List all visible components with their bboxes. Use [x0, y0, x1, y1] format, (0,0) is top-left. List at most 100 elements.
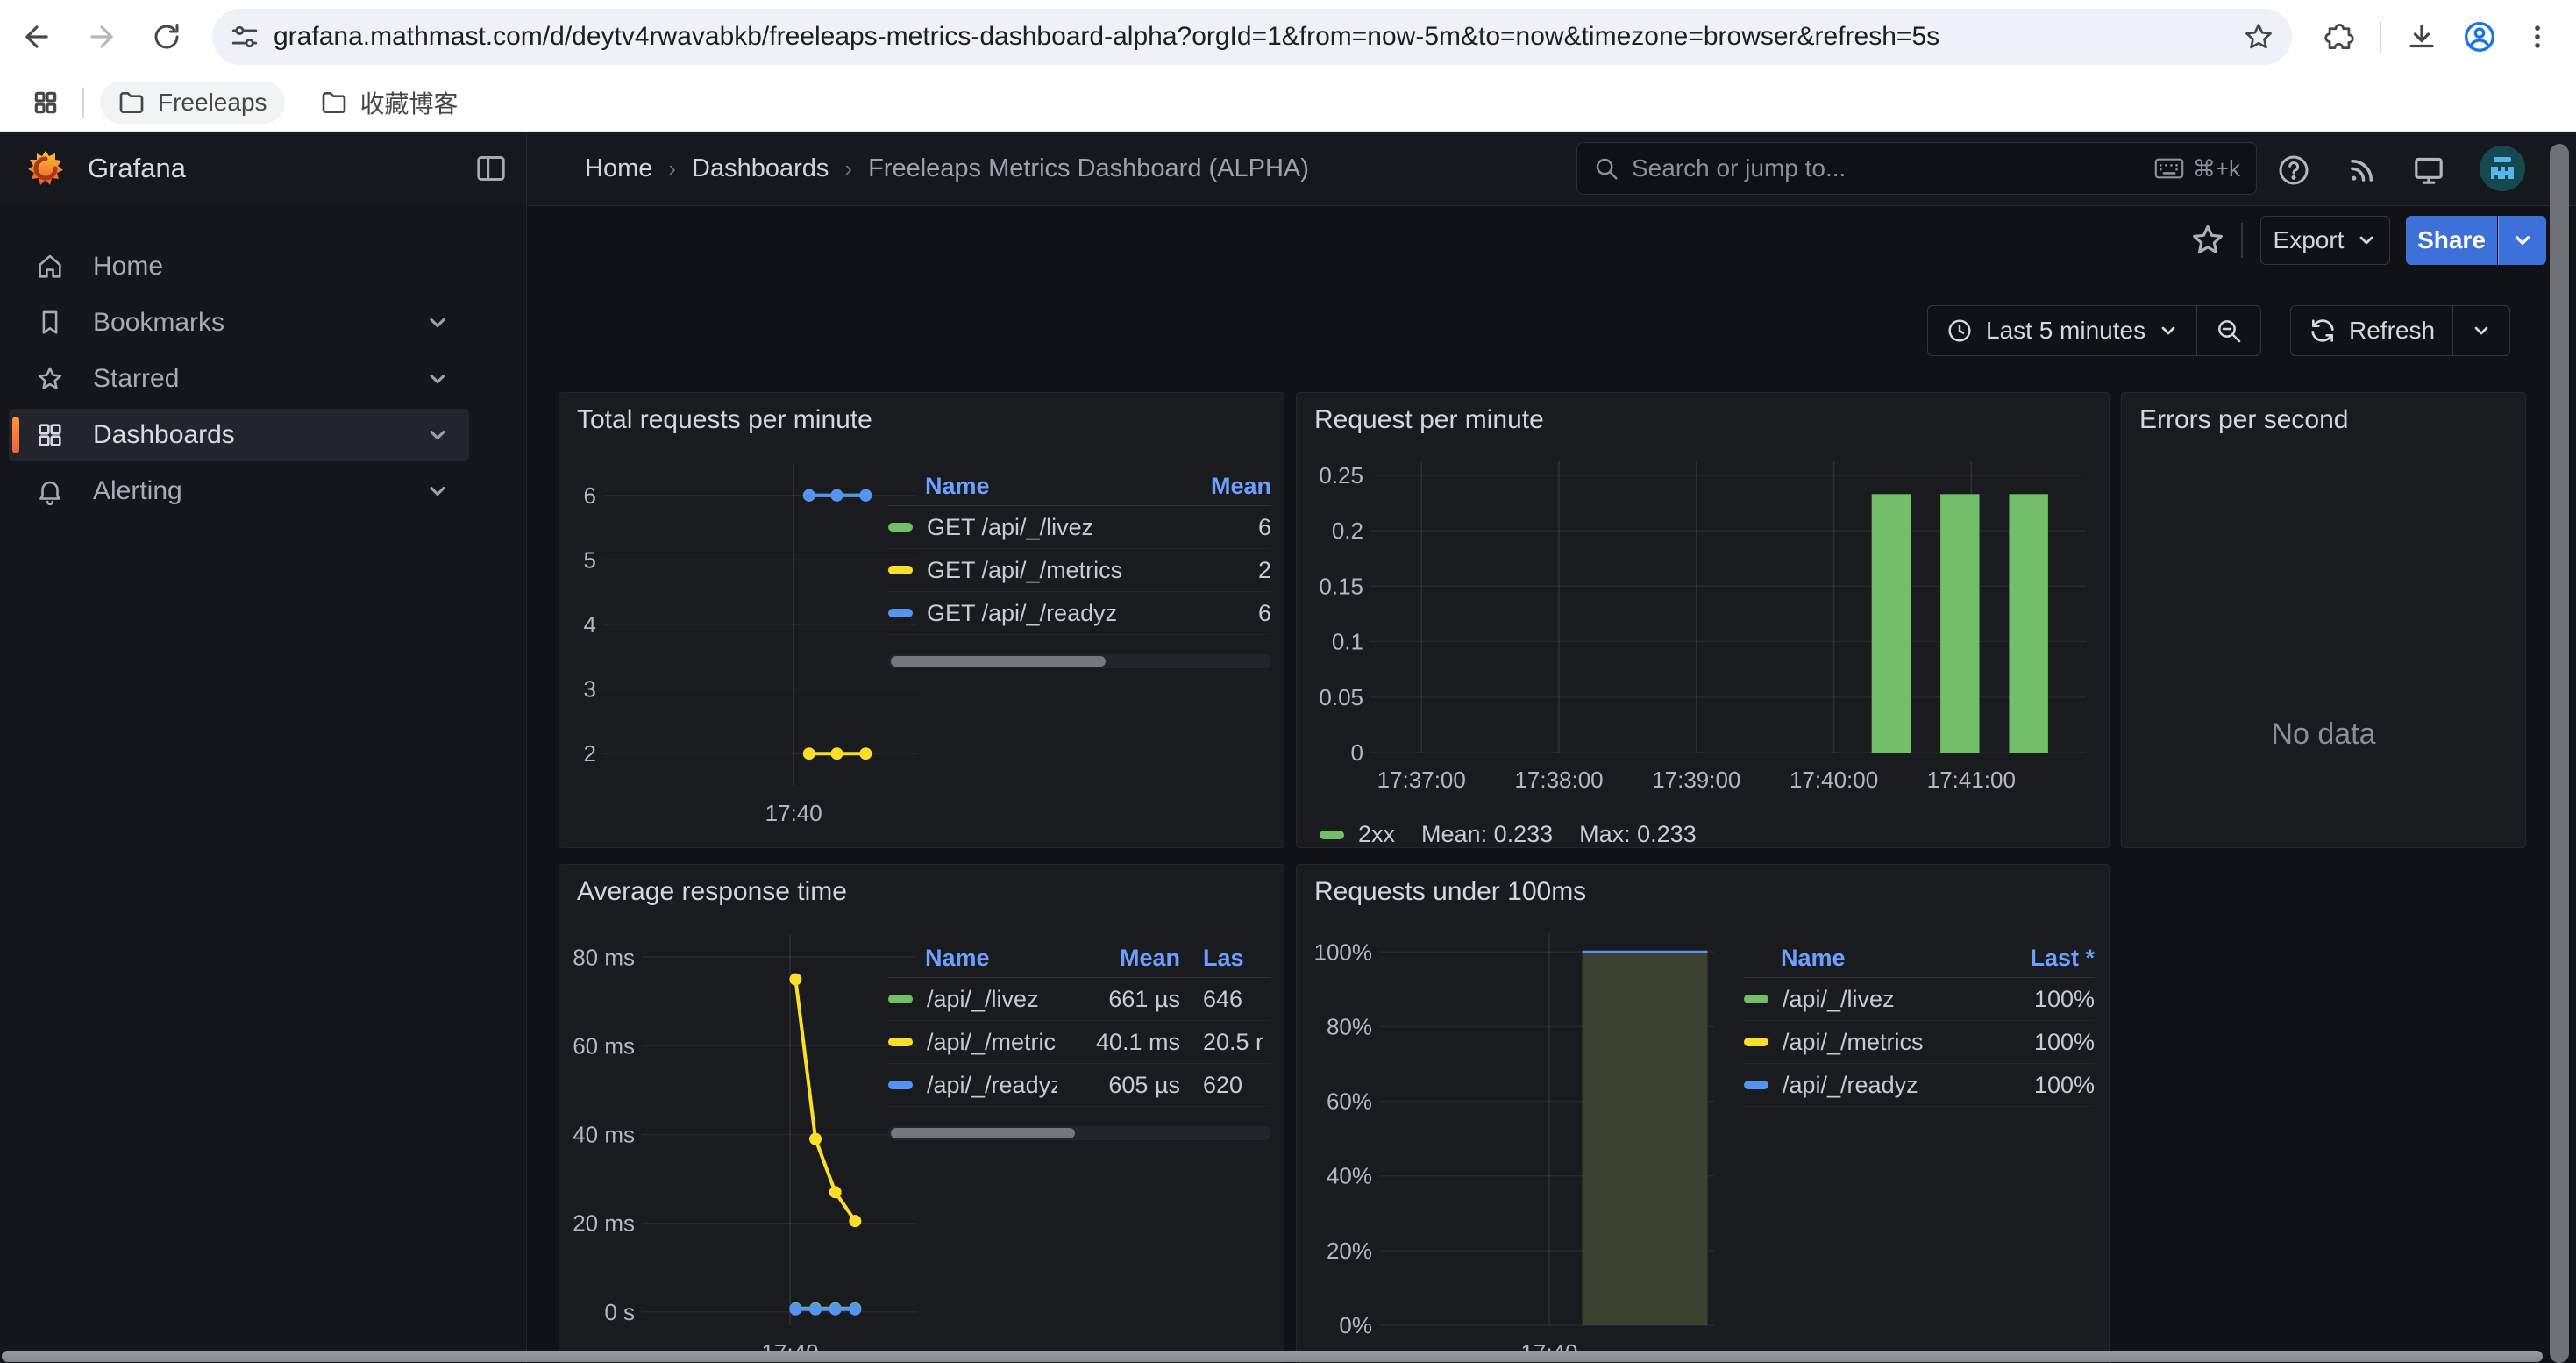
series-color-swatch: [1320, 831, 1344, 839]
legend-scrollbar[interactable]: [888, 1126, 1271, 1140]
extensions-icon[interactable]: [2315, 12, 2364, 61]
chevron-down-icon[interactable]: [425, 479, 450, 503]
sidebar-item-bookmarks[interactable]: Bookmarks: [9, 296, 469, 349]
breadcrumb-home[interactable]: Home: [585, 154, 652, 183]
panel-title[interactable]: Request per minute: [1314, 405, 1544, 435]
svg-text:100%: 100%: [1314, 938, 1373, 965]
folder-icon: [117, 89, 146, 117]
svg-text:0.15: 0.15: [1319, 573, 1363, 599]
request-per-minute-chart[interactable]: 0.250.20.150.10.05017:37:0017:38:0017:39…: [1311, 447, 2096, 802]
legend-column-header[interactable]: Mean: [1057, 945, 1180, 972]
chevron-down-icon[interactable]: [425, 423, 450, 447]
panel-total-requests: Total requests per minute 6543217:40 Nam…: [559, 392, 1284, 848]
legend-table: NameMeanGET /api/_/livez6GET /api/_/metr…: [888, 467, 1271, 635]
series-name: /api/_/readyz: [1783, 1072, 1918, 1099]
sidebar-item-dashboards[interactable]: Dashboards: [9, 409, 469, 461]
time-range-picker[interactable]: Last 5 minutes: [1928, 306, 2196, 355]
profile-icon[interactable]: [2455, 12, 2504, 61]
toolbar-divider: [2380, 21, 2381, 53]
svg-text:17:41:00: 17:41:00: [1927, 767, 2016, 793]
url-text[interactable]: grafana.mathmast.com/d/deytv4rwavabkb/fr…: [274, 22, 2243, 52]
kiosk-monitor-icon[interactable]: [2409, 151, 2448, 189]
chevron-down-icon[interactable]: [425, 367, 450, 391]
site-settings-icon[interactable]: [230, 22, 260, 52]
panel-title[interactable]: Errors per second: [2139, 405, 2348, 435]
legend-scrollbar[interactable]: [888, 654, 1271, 668]
legend-row[interactable]: GET /api/_/livez6: [888, 506, 1271, 549]
apps-grid-icon[interactable]: [21, 78, 70, 127]
legend-header: NameLast *: [1744, 938, 2095, 978]
bookmark-star-icon[interactable]: [2243, 21, 2274, 53]
legend-header: NameMean: [888, 467, 1271, 506]
svg-text:80 ms: 80 ms: [573, 944, 635, 970]
panel-requests-under-100ms: Requests under 100ms 100%80%60%40%20%0%1…: [1296, 864, 2110, 1363]
scrollbar-thumb[interactable]: [891, 656, 1106, 667]
breadcrumb-separator: ›: [844, 155, 852, 182]
bookmark-folder-label: Freeleaps: [158, 89, 267, 117]
scrollbar-thumb[interactable]: [891, 1128, 1075, 1138]
average-response-time-chart[interactable]: 80 ms60 ms40 ms20 ms0 s17:40: [568, 919, 928, 1363]
forward-icon[interactable]: [77, 12, 126, 61]
legend-row[interactable]: /api/_/livez100%: [1744, 978, 2095, 1021]
panel-title[interactable]: Total requests per minute: [577, 405, 872, 435]
address-bar[interactable]: grafana.mathmast.com/d/deytv4rwavabkb/fr…: [212, 9, 2292, 65]
legend-row[interactable]: /api/_/metrics100%: [1744, 1021, 2095, 1064]
requests-under-100ms-chart[interactable]: 100%80%60%40%20%0%17:40: [1311, 919, 1723, 1363]
help-icon[interactable]: [2274, 151, 2313, 189]
series-value: 646: [1180, 986, 1271, 1013]
legend-column-header[interactable]: Mean: [1184, 473, 1271, 500]
panel-title[interactable]: Average response time: [577, 877, 847, 907]
legend-row[interactable]: /api/_/readyz605 µs620: [888, 1064, 1271, 1107]
grafana-logo[interactable]: [26, 149, 65, 188]
sidebar-item-home[interactable]: Home: [9, 240, 469, 293]
legend-column-header[interactable]: Name: [888, 473, 1184, 500]
reload-icon[interactable]: [142, 12, 191, 61]
legend-column-header[interactable]: Name: [888, 945, 1057, 972]
chevron-down-icon[interactable]: [425, 310, 450, 335]
zoom-out-button[interactable]: [2197, 306, 2260, 355]
svg-text:0.2: 0.2: [1332, 517, 1363, 544]
svg-text:60 ms: 60 ms: [573, 1032, 635, 1059]
legend-row[interactable]: GET /api/_/metrics2: [888, 549, 1271, 592]
series-color-swatch: [888, 1038, 913, 1046]
share-menu-button[interactable]: [2498, 216, 2546, 265]
search-input[interactable]: Search or jump to... ⌘+k: [1576, 142, 2257, 195]
refresh-button[interactable]: Refresh: [2291, 306, 2452, 355]
sidebar-item-alerting[interactable]: Alerting: [9, 465, 469, 517]
legend-row[interactable]: /api/_/livez661 µs646: [888, 978, 1271, 1021]
legend-column-header[interactable]: Name: [1744, 945, 1989, 972]
news-rss-icon[interactable]: [2343, 151, 2381, 189]
favorite-star-icon[interactable]: [2188, 221, 2227, 260]
panel-title[interactable]: Requests under 100ms: [1314, 877, 1586, 907]
svg-text:17:38:00: 17:38:00: [1514, 767, 1603, 793]
back-icon[interactable]: [12, 12, 61, 61]
share-button[interactable]: Share: [2406, 216, 2497, 265]
breadcrumb-dashboards[interactable]: Dashboards: [692, 154, 829, 183]
legend-header: NameMeanLas: [888, 938, 1271, 978]
horizontal-scrollbar[interactable]: [2, 1351, 2543, 1362]
legend-row[interactable]: GET /api/_/readyz6: [888, 592, 1271, 635]
bookmark-folder-blogs[interactable]: 收藏博客: [302, 78, 476, 127]
legend-row[interactable]: /api/_/readyz100%: [1744, 1064, 2095, 1107]
vertical-scrollbar[interactable]: [2550, 144, 2569, 1363]
sidebar-item-label: Alerting: [93, 476, 425, 506]
total-requests-chart[interactable]: 6543217:40: [568, 447, 928, 830]
legend-column-header[interactable]: Last *: [1989, 945, 2095, 972]
home-icon: [35, 252, 65, 282]
series-name: GET /api/_/metrics: [927, 557, 1122, 584]
export-button[interactable]: Export: [2260, 216, 2390, 265]
downloads-icon[interactable]: [2397, 12, 2446, 61]
chart-legend[interactable]: 2xx Mean: 0.233 Max: 0.233: [1320, 821, 1697, 848]
bookmark-folder-freeleaps[interactable]: Freeleaps: [100, 82, 285, 124]
legend-row[interactable]: /api/_/metrics40.1 ms20.5 r: [888, 1021, 1271, 1064]
sidebar-item-starred[interactable]: Starred: [9, 353, 469, 405]
svg-text:60%: 60%: [1327, 1088, 1372, 1115]
refresh-interval-button[interactable]: [2453, 306, 2509, 355]
legend-column-header[interactable]: Las: [1180, 945, 1271, 972]
browser-menu-icon[interactable]: [2513, 12, 2562, 61]
collapse-sidebar-icon[interactable]: [473, 151, 509, 186]
series-color-swatch: [888, 566, 913, 574]
user-avatar[interactable]: [2480, 146, 2525, 191]
sidebar-item-label: Dashboards: [93, 420, 425, 450]
screen: grafana.mathmast.com/d/deytv4rwavabkb/fr…: [0, 0, 2576, 1363]
